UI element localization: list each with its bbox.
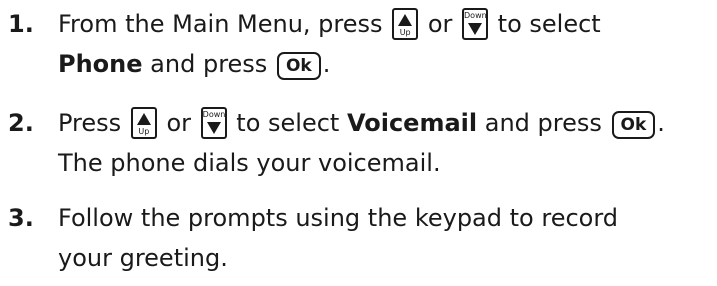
down-key-label: Down xyxy=(464,11,487,20)
step-text: and press xyxy=(484,109,602,137)
step-text: and press xyxy=(150,50,268,78)
menu-item-name: Voicemail xyxy=(346,109,478,137)
step-number: 2. xyxy=(8,109,34,137)
up-key-label: Up xyxy=(399,28,411,37)
step-text: Press xyxy=(58,109,122,137)
ok-key-icon: Ok xyxy=(276,52,321,80)
step-number: 3. xyxy=(8,204,34,232)
down-key-label: Down xyxy=(202,110,226,119)
step-text: to select xyxy=(236,109,340,137)
step-3: 3. Follow the prompts using the keypad to… xyxy=(8,198,618,278)
step-text: . xyxy=(322,50,331,78)
step-3-line-1: 3. Follow the prompts using the keypad to… xyxy=(8,198,618,238)
step-2: 2. Press Up or Down to select Voicemail a… xyxy=(8,103,665,183)
down-arrow-key-icon: Down xyxy=(462,8,489,40)
step-1-line-2: Phone and press Ok. xyxy=(8,44,601,84)
menu-item-name: Phone xyxy=(58,50,143,78)
instruction-document: 1. From the Main Menu, press Up or Down t… xyxy=(0,0,717,286)
down-arrow-key-icon: Down xyxy=(200,107,227,139)
step-text: From the Main Menu, press xyxy=(58,10,383,38)
step-2-line-2: The phone dials your voicemail. xyxy=(58,149,441,177)
ok-key-icon: Ok xyxy=(611,111,656,139)
step-text: or xyxy=(427,10,453,38)
step-text: Follow the prompts using the keypad to r… xyxy=(58,204,619,232)
step-text: or xyxy=(166,109,192,137)
step-3-line-2: your greeting. xyxy=(58,244,228,272)
up-key-label: Up xyxy=(138,127,150,136)
step-number: 1. xyxy=(8,10,34,38)
step-1: 1. From the Main Menu, press Up or Down t… xyxy=(8,4,601,84)
step-text: . xyxy=(657,109,665,137)
up-arrow-key-icon: Up xyxy=(130,107,157,139)
up-arrow-key-icon: Up xyxy=(392,8,419,40)
step-text: to select xyxy=(497,10,601,38)
step-1-line-1: 1. From the Main Menu, press Up or Down t… xyxy=(8,4,601,44)
step-2-line-1: 2. Press Up or Down to select Voicemail a… xyxy=(8,103,665,143)
